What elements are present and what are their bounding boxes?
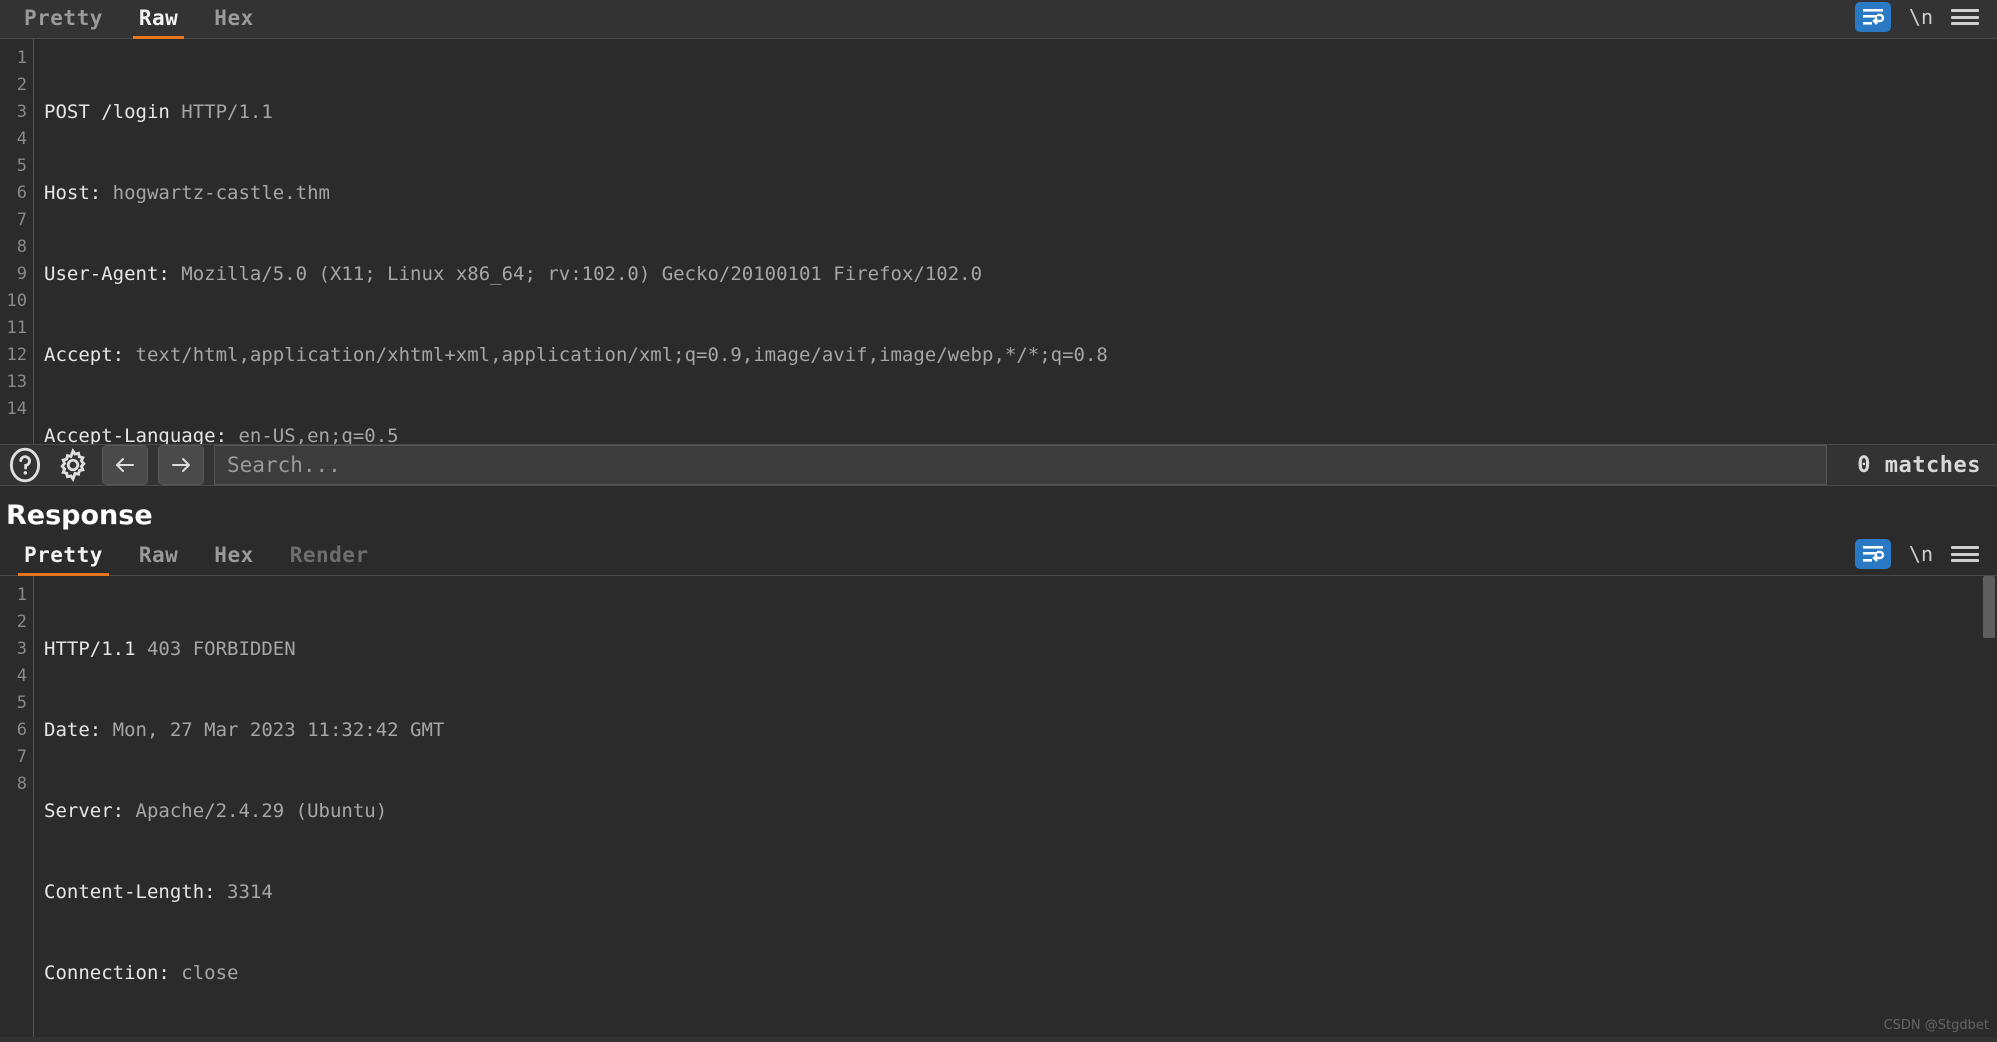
arrow-right-icon[interactable] <box>158 445 204 485</box>
response-line-numbers: 1 2 3 4 5 6 7 8 <box>0 576 34 1038</box>
newline-toggle-button[interactable]: \n <box>1905 5 1937 29</box>
tab-response-pretty[interactable]: Pretty <box>6 537 121 576</box>
tab-request-hex[interactable]: Hex <box>196 0 271 38</box>
tab-response-hex[interactable]: Hex <box>196 537 271 575</box>
tab-response-render[interactable]: Render <box>272 537 387 575</box>
bottom-strip <box>0 1037 1997 1042</box>
response-line: Connection: close <box>44 962 239 984</box>
response-editor[interactable]: 1 2 3 4 5 6 7 8 HTTP/1.1 403 FORBIDDEN D… <box>0 576 1997 1038</box>
response-line: HTTP/1.1 403 FORBIDDEN <box>44 638 296 660</box>
response-line: Server: Apache/2.4.29 (Ubuntu) <box>44 800 388 822</box>
tab-response-raw[interactable]: Raw <box>121 537 196 575</box>
tab-request-pretty[interactable]: Pretty <box>6 0 121 38</box>
request-tabbar: Pretty Raw Hex \n <box>0 0 1997 39</box>
request-line: Accept-Language: en-US,en;q=0.5 <box>44 425 399 444</box>
response-toolbar: \n <box>1854 539 1997 575</box>
response-section-title: Response <box>0 486 1997 537</box>
request-editor[interactable]: 1 2 3 4 5 6 7 8 9 10 11 12 13 14 POST /l… <box>0 39 1997 444</box>
search-match-count: 0 matches <box>1857 452 1981 478</box>
response-body[interactable]: HTTP/1.1 403 FORBIDDEN Date: Mon, 27 Mar… <box>34 576 1997 1037</box>
arrow-left-icon[interactable] <box>102 445 148 485</box>
newline-toggle-button[interactable]: \n <box>1905 542 1937 566</box>
request-toolbar: \n <box>1854 2 1997 38</box>
hamburger-menu-icon[interactable] <box>1951 544 1979 564</box>
response-scrollbar[interactable] <box>1983 576 1995 1037</box>
scrollbar-thumb[interactable] <box>1983 576 1995 638</box>
request-line: Accept: text/html,application/xhtml+xml,… <box>44 344 1108 366</box>
search-input[interactable] <box>214 445 1828 485</box>
request-body[interactable]: POST /login HTTP/1.1 Host: hogwartz-cast… <box>34 39 1997 444</box>
word-wrap-icon[interactable] <box>1854 539 1891 569</box>
response-tabbar: Pretty Raw Hex Render \n <box>0 537 1997 576</box>
request-line: POST /login HTTP/1.1 <box>44 101 273 123</box>
request-line: User-Agent: Mozilla/5.0 (X11; Linux x86_… <box>44 263 983 285</box>
response-line: Date: Mon, 27 Mar 2023 11:32:42 GMT <box>44 719 445 741</box>
question-mark-icon[interactable] <box>6 446 44 484</box>
response-line: Content-Length: 3314 <box>44 881 273 903</box>
gear-icon[interactable] <box>54 446 92 484</box>
search-toolbar: 0 matches <box>0 444 1997 486</box>
request-line-numbers: 1 2 3 4 5 6 7 8 9 10 11 12 13 14 <box>0 39 34 444</box>
tab-request-raw[interactable]: Raw <box>121 0 196 39</box>
hamburger-menu-icon[interactable] <box>1951 7 1979 27</box>
request-line: Host: hogwartz-castle.thm <box>44 182 330 204</box>
word-wrap-icon[interactable] <box>1854 2 1891 32</box>
